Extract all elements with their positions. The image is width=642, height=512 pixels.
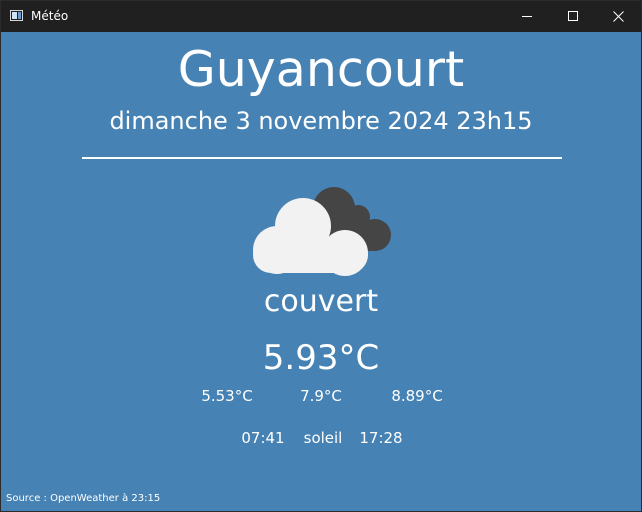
weather-panel: Guyancourt dimanche 3 novembre 2024 23h1… bbox=[1, 32, 641, 511]
window-title: Météo bbox=[31, 9, 69, 23]
weather-description: couvert bbox=[263, 284, 379, 319]
close-icon bbox=[613, 11, 624, 22]
data-source: Source : OpenWeather à 23:15 bbox=[6, 493, 161, 504]
maximize-icon bbox=[568, 11, 578, 21]
min-temperature: 5.53°C bbox=[201, 387, 253, 405]
sunrise-time: 07:41 bbox=[241, 429, 285, 447]
app-icon bbox=[10, 10, 23, 21]
minimize-icon bbox=[522, 16, 532, 17]
city-name: Guyancourt bbox=[177, 41, 465, 98]
maximize-button[interactable] bbox=[550, 1, 596, 32]
feels-like-temperature: 7.9°C bbox=[300, 387, 342, 405]
current-temperature: 5.93°C bbox=[262, 338, 380, 378]
minimize-button[interactable] bbox=[504, 1, 550, 32]
sunset-time: 17:28 bbox=[359, 429, 403, 447]
sun-label: soleil bbox=[303, 429, 343, 447]
close-button[interactable] bbox=[595, 1, 641, 32]
divider bbox=[82, 157, 562, 159]
max-temperature: 8.89°C bbox=[391, 387, 443, 405]
date-time: dimanche 3 novembre 2024 23h15 bbox=[109, 107, 533, 135]
weather-window: Météo Guyancourt dimanche 3 novembre 202… bbox=[0, 0, 642, 512]
title-bar[interactable]: Météo bbox=[1, 1, 641, 32]
overcast-clouds-icon bbox=[253, 187, 391, 276]
